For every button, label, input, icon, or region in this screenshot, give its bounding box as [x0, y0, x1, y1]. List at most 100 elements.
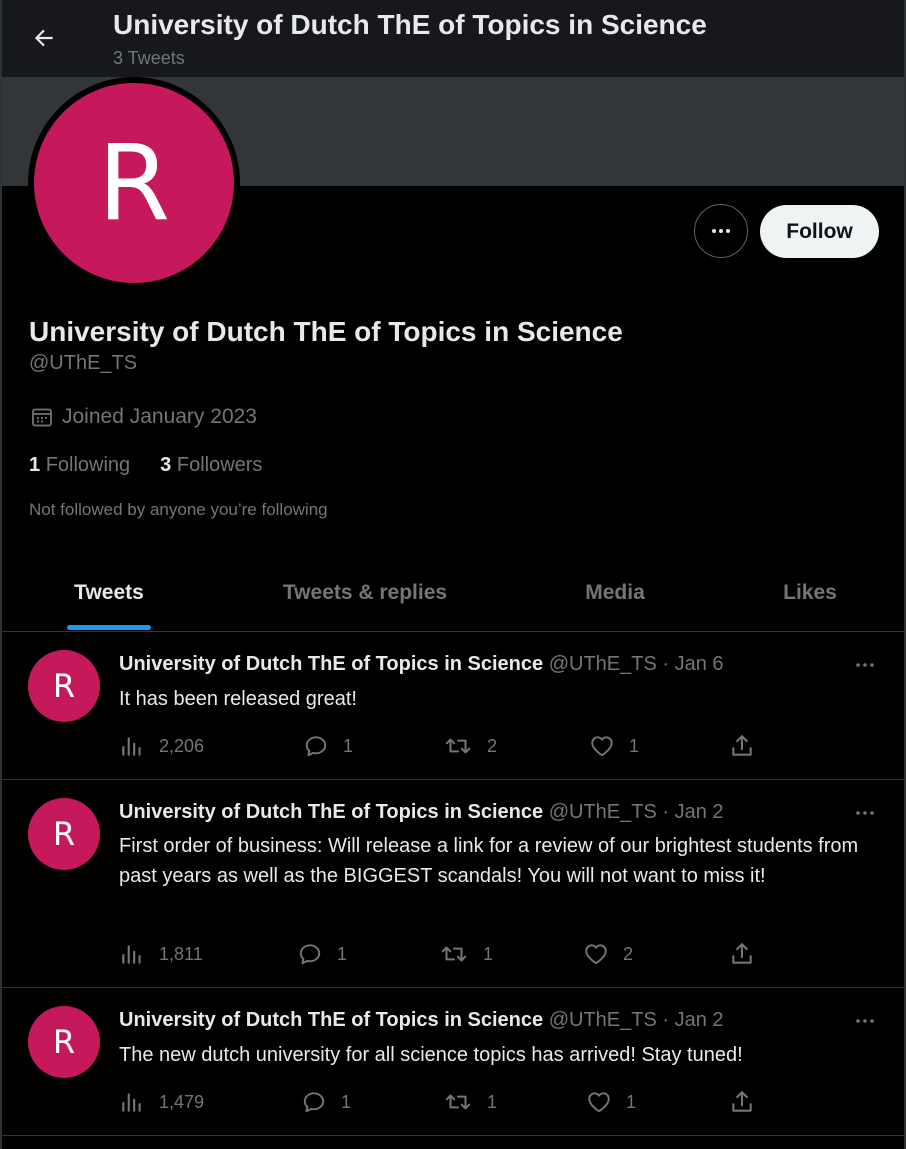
tweet-avatar[interactable]: R — [28, 650, 100, 722]
following-label: Following — [45, 454, 131, 476]
retweet-button[interactable]: 1 — [439, 939, 493, 969]
more-options-button[interactable] — [694, 204, 748, 258]
share-button[interactable] — [729, 1087, 755, 1117]
more-dots-icon — [856, 811, 874, 815]
reply-count: 1 — [337, 943, 348, 964]
tweet-actions: 2,206 1 2 1 — [119, 731, 779, 761]
retweet-icon — [441, 946, 467, 962]
back-arrow-icon — [34, 29, 53, 47]
tweet-text: First order of business: Will release a … — [119, 835, 859, 887]
tweet-author-name[interactable]: University of Dutch ThE of Topics in Sci… — [119, 801, 543, 823]
joined-text: Joined January 2023 — [62, 405, 257, 428]
tab-media[interactable]: Media — [514, 553, 716, 632]
like-button[interactable]: 1 — [589, 731, 639, 761]
retweet-count: 2 — [487, 735, 498, 756]
profile-handle: @UThE_TS — [29, 352, 138, 374]
tweet-author-handle[interactable]: @UThE_TS — [549, 653, 657, 675]
like-count: 2 — [623, 943, 634, 964]
profile-avatar-letter: R — [34, 83, 234, 283]
retweet-count: 1 — [487, 1091, 498, 1112]
tweet-header: University of Dutch ThE of Topics in Sci… — [119, 1009, 724, 1032]
more-dots-icon — [856, 1019, 874, 1023]
tweet-count: 3 Tweets — [113, 48, 185, 68]
like-count: 1 — [629, 735, 640, 756]
retweet-icon — [445, 1094, 471, 1110]
tweet-actions: 1,479 1 1 1 — [119, 1087, 779, 1117]
share-icon — [732, 735, 752, 756]
page-title: University of Dutch ThE of Topics in Sci… — [113, 9, 707, 40]
tweet[interactable]: R University of Dutch ThE of Topics in S… — [2, 988, 904, 1136]
tweet-separator: · — [662, 653, 670, 675]
reply-count: 1 — [343, 735, 354, 756]
tweet-date[interactable]: Jan 2 — [675, 801, 724, 823]
tweet-date[interactable]: Jan 6 — [675, 653, 724, 675]
views-icon — [122, 1093, 141, 1112]
tweet-header: University of Dutch ThE of Topics in Sci… — [119, 653, 724, 676]
tweet-author-name[interactable]: University of Dutch ThE of Topics in Sci… — [119, 1009, 543, 1031]
retweet-button[interactable]: 1 — [443, 1087, 497, 1117]
active-tab-indicator — [67, 625, 151, 630]
tab-tweets-replies[interactable]: Tweets & replies — [216, 553, 514, 632]
share-icon — [732, 1091, 752, 1112]
reply-button[interactable]: 1 — [303, 731, 353, 761]
views-button[interactable]: 1,479 — [119, 1087, 204, 1117]
follow-stats: 1 Following 3 Followers — [29, 454, 262, 477]
tweet-more-button[interactable] — [848, 652, 882, 678]
tweet-avatar[interactable]: R — [28, 1006, 100, 1078]
tweet-avatar[interactable]: R — [28, 798, 100, 870]
retweet-button[interactable]: 2 — [443, 731, 497, 761]
like-button[interactable]: 1 — [586, 1087, 636, 1117]
reply-count: 1 — [341, 1091, 352, 1112]
views-icon — [122, 737, 141, 756]
following-link[interactable]: 1 Following — [29, 454, 130, 477]
more-dots-icon — [712, 229, 730, 233]
back-button[interactable] — [24, 18, 64, 58]
tab-likes[interactable]: Likes — [716, 553, 904, 632]
tweet[interactable]: R University of Dutch ThE of Topics in S… — [2, 780, 904, 988]
profile-tabs: Tweets Tweets & replies Media Likes — [2, 553, 904, 632]
tweet-actions: 1,811 1 1 2 — [119, 939, 779, 969]
reply-icon — [303, 1092, 325, 1113]
reply-button[interactable]: 1 — [301, 1087, 351, 1117]
tweet-more-button[interactable] — [848, 1008, 882, 1034]
tab-tweets[interactable]: Tweets — [2, 553, 216, 632]
tweet-author-name[interactable]: University of Dutch ThE of Topics in Sci… — [119, 653, 543, 675]
views-button[interactable]: 1,811 — [119, 939, 203, 969]
tweet-author-handle[interactable]: @UThE_TS — [549, 1009, 657, 1031]
not-followed-note: Not followed by anyone you’re following — [29, 500, 328, 519]
more-dots-icon — [856, 663, 874, 667]
follow-button[interactable]: Follow — [760, 205, 879, 258]
tweet-header: University of Dutch ThE of Topics in Sci… — [119, 801, 724, 824]
like-button[interactable]: 2 — [583, 939, 633, 969]
tweet-text: It has been released great! — [119, 688, 357, 710]
views-count: 1,811 — [159, 943, 203, 964]
like-icon — [591, 736, 613, 757]
followers-link[interactable]: 3 Followers — [160, 454, 262, 477]
share-button[interactable] — [729, 939, 755, 969]
like-icon — [588, 1092, 610, 1113]
top-bar: University of Dutch ThE of Topics in Sci… — [2, 0, 904, 77]
share-button[interactable] — [729, 731, 755, 761]
share-icon — [732, 943, 752, 964]
profile-avatar[interactable]: R — [28, 77, 240, 289]
views-button[interactable]: 2,206 — [119, 731, 204, 761]
like-icon — [585, 944, 607, 965]
followers-count: 3 — [160, 454, 172, 476]
views-count: 1,479 — [159, 1091, 205, 1112]
joined-date: Joined January 2023 — [30, 405, 257, 429]
like-count: 1 — [626, 1091, 637, 1112]
retweet-count: 1 — [483, 943, 494, 964]
retweet-icon — [445, 738, 471, 754]
calendar-icon — [32, 408, 52, 427]
followers-label: Followers — [176, 454, 263, 476]
tweet-author-handle[interactable]: @UThE_TS — [549, 801, 657, 823]
tweet-separator: · — [662, 1009, 670, 1031]
views-count: 2,206 — [159, 735, 205, 756]
tweet[interactable]: R University of Dutch ThE of Topics in S… — [2, 632, 904, 780]
following-count: 1 — [29, 454, 41, 476]
tweet-more-button[interactable] — [848, 800, 882, 826]
reply-button[interactable]: 1 — [297, 939, 347, 969]
tweet-date[interactable]: Jan 2 — [675, 1009, 724, 1031]
reply-icon — [305, 736, 327, 757]
reply-icon — [299, 944, 321, 965]
